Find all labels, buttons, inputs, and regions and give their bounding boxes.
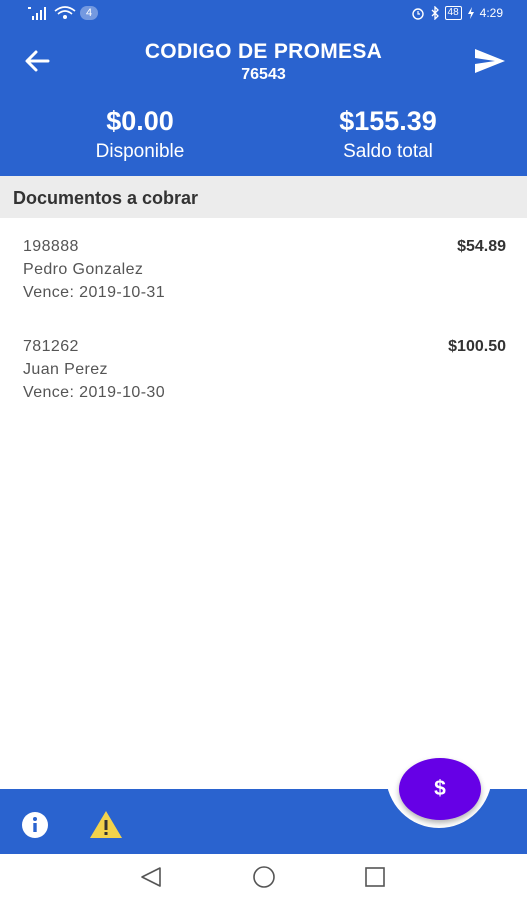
status-bar: 4 48 4:29 [0,0,527,30]
bluetooth-icon [431,6,439,20]
info-icon [22,812,48,838]
status-left: 4 [28,6,99,20]
app-header: CODIGO DE PROMESA 76543 $0.00 Disponible… [0,30,527,176]
available-label: Disponible [95,141,185,162]
section-header: Documentos a cobrar [0,176,527,218]
due-date: Vence: 2019-10-31 [23,284,166,301]
clock-time: 4:29 [479,6,503,20]
payment-fab-button[interactable]: $ [399,758,481,820]
total-label: Saldo total [343,141,433,162]
document-number: 198888 [23,238,79,255]
section-title: Documentos a cobrar [13,188,199,208]
list-item[interactable]: 781262 Juan Perez Vence: 2019-10-30 $100… [0,318,527,418]
document-number: 781262 [23,338,79,355]
total-balance: $155.39 Saldo total [278,106,498,163]
charging-icon [467,7,474,19]
nav-recents-icon[interactable] [364,867,386,887]
send-button[interactable] [473,46,513,80]
available-balance: $0.00 Disponible [30,106,250,163]
list-item[interactable]: 198888 Pedro Gonzalez Vence: 2019-10-31 … [0,218,527,318]
nav-home-icon[interactable] [251,866,277,888]
wifi-icon [54,6,76,19]
system-nav-bar [0,854,527,900]
alarm-icon [411,8,424,20]
signal-icon [28,7,46,20]
available-amount: $0.00 [106,106,174,136]
dollar-icon: $ [434,777,446,800]
customer-name: Pedro Gonzalez [23,261,144,278]
warning-button[interactable] [88,808,124,840]
document-amount: $100.50 [448,338,506,355]
due-date: Vence: 2019-10-30 [23,384,166,401]
promise-code: 76543 [241,66,286,83]
nav-back-icon[interactable] [138,866,164,888]
documents-list: 198888 Pedro Gonzalez Vence: 2019-10-31 … [0,218,527,418]
warning-icon [90,811,122,838]
info-button[interactable] [20,810,50,840]
status-right: 48 4:29 [411,6,503,20]
battery-icon: 48 [444,6,462,20]
customer-name: Juan Perez [23,361,108,378]
notification-count-badge: 4 [80,6,99,20]
page-title: CODIGO DE PROMESA [144,40,383,63]
send-icon [475,49,505,73]
total-amount: $155.39 [339,106,437,136]
document-amount: $54.89 [457,238,506,255]
